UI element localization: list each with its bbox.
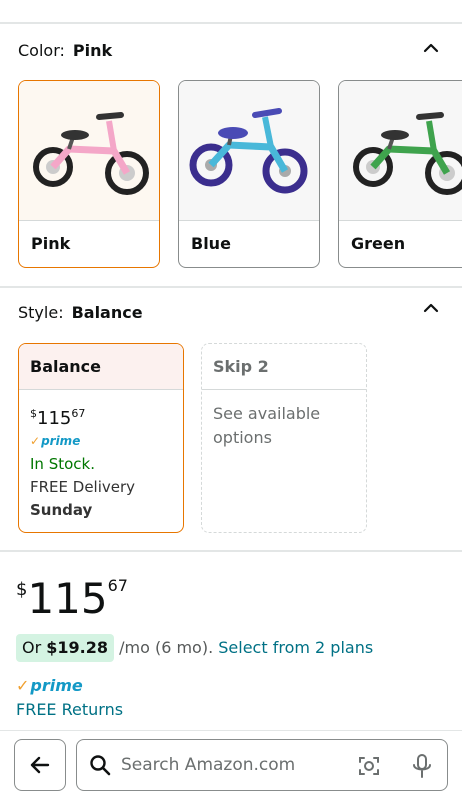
installment-amount: $19.28 bbox=[46, 638, 109, 657]
price-fraction: 67 bbox=[71, 407, 86, 420]
color-option-label: Green bbox=[351, 234, 406, 253]
chevron-up-icon[interactable] bbox=[422, 299, 440, 317]
section-divider bbox=[0, 286, 462, 288]
section-divider bbox=[0, 550, 462, 552]
top-divider bbox=[0, 22, 462, 24]
style-option-skip-2[interactable]: Skip 2 See available options bbox=[201, 343, 367, 533]
prime-check-icon: ✓ bbox=[16, 676, 30, 695]
price-display: $11567 bbox=[16, 574, 128, 623]
selected-color-value: Pink bbox=[72, 41, 113, 60]
bottom-search-bar: Search Amazon.com bbox=[0, 730, 462, 800]
microphone-icon[interactable] bbox=[411, 753, 433, 779]
color-label: Color: Pink bbox=[18, 41, 112, 60]
style-option-price: $11567 bbox=[30, 402, 172, 430]
installment-offer: Or $19.28 /mo (6 mo). Select from 2 plan… bbox=[16, 634, 373, 662]
back-button[interactable] bbox=[14, 739, 66, 791]
delivery-text: FREE Delivery bbox=[30, 478, 136, 496]
price-currency: $ bbox=[16, 579, 28, 600]
color-option-pink[interactable]: Pink bbox=[18, 80, 160, 268]
style-label: Style: Balance bbox=[18, 303, 143, 322]
color-option-label: Blue bbox=[191, 234, 231, 253]
style-option-title: Skip 2 bbox=[202, 344, 366, 390]
style-option-balance[interactable]: Balance $11567 ✓prime In Stock. FREE Del… bbox=[18, 343, 184, 533]
installment-prefix: Or bbox=[22, 638, 42, 657]
style-option-note: See available options bbox=[213, 404, 321, 447]
search-icon bbox=[90, 755, 111, 776]
style-option-title: Balance bbox=[19, 344, 183, 390]
bike-image-pink bbox=[19, 81, 159, 221]
bike-image-blue bbox=[179, 81, 319, 221]
prime-badge: ✓prime bbox=[30, 430, 172, 453]
price-whole: 115 bbox=[37, 408, 72, 429]
search-placeholder: Search Amazon.com bbox=[121, 755, 296, 775]
color-option-label: Pink bbox=[31, 234, 71, 253]
style-section-header[interactable]: Style: Balance bbox=[0, 292, 462, 332]
prime-badge: ✓prime bbox=[16, 676, 83, 695]
delivery-day: Sunday bbox=[30, 501, 93, 519]
balance-bike-green-icon bbox=[353, 112, 462, 195]
camera-scan-icon[interactable] bbox=[357, 754, 381, 778]
price-fraction: 67 bbox=[107, 576, 128, 595]
free-returns-link[interactable]: FREE Returns bbox=[16, 700, 123, 719]
prime-check-icon: ✓ bbox=[30, 434, 41, 448]
balance-bike-blue-icon bbox=[189, 108, 308, 194]
balance-bike-pink-icon bbox=[33, 112, 149, 195]
search-input[interactable]: Search Amazon.com bbox=[76, 739, 448, 791]
color-option-blue[interactable]: Blue bbox=[178, 80, 320, 268]
color-options: Pink Blue Green bbox=[18, 80, 462, 270]
selected-style-value: Balance bbox=[71, 303, 143, 322]
select-plans-link[interactable]: Select from 2 plans bbox=[218, 638, 373, 657]
installment-term: /mo (6 mo). bbox=[119, 638, 214, 657]
stock-status: In Stock. bbox=[30, 455, 95, 473]
price-currency: $ bbox=[30, 407, 37, 420]
price-whole: 115 bbox=[27, 574, 108, 623]
color-label-text: Color: bbox=[18, 41, 65, 60]
color-section-header[interactable]: Color: Pink bbox=[0, 30, 462, 70]
installment-amount-pill: Or $19.28 bbox=[16, 634, 115, 662]
style-label-text: Style: bbox=[18, 303, 64, 322]
prime-label: prime bbox=[30, 676, 83, 695]
bike-image-green bbox=[339, 81, 462, 221]
arrow-left-icon bbox=[30, 756, 50, 774]
chevron-up-icon[interactable] bbox=[422, 39, 440, 57]
prime-label: prime bbox=[41, 434, 81, 448]
color-option-green[interactable]: Green bbox=[338, 80, 462, 268]
